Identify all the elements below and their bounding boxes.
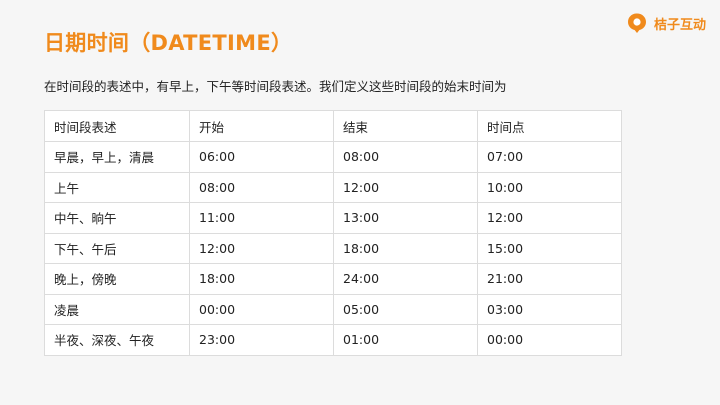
orange-logo-icon: [627, 13, 646, 33]
cell-period: 凌晨: [44, 293, 190, 325]
cell-end: 08:00: [333, 141, 478, 173]
cell-timepoint: 00:00: [477, 324, 622, 356]
column-header-period: 时间段表述: [44, 110, 190, 142]
table-header-row: 时间段表述 开始 结束 时间点: [44, 110, 622, 142]
cell-start: 06:00: [189, 141, 334, 173]
table-row: 凌晨 00:00 05:00 03:00: [44, 293, 622, 325]
cell-period: 半夜、深夜、午夜: [44, 324, 190, 356]
table-row: 半夜、深夜、午夜 23:00 01:00 00:00: [44, 324, 622, 356]
column-header-end: 结束: [333, 110, 478, 142]
cell-timepoint: 03:00: [477, 293, 622, 325]
cell-start: 12:00: [189, 232, 334, 264]
cell-timepoint: 15:00: [477, 232, 622, 264]
cell-timepoint: 10:00: [477, 171, 622, 203]
cell-end: 18:00: [333, 232, 478, 264]
cell-period: 下午、午后: [44, 232, 190, 264]
column-header-timepoint: 时间点: [477, 110, 622, 142]
table-row: 早晨，早上，清晨 06:00 08:00 07:00: [44, 141, 622, 173]
cell-end: 13:00: [333, 202, 478, 234]
cell-end: 24:00: [333, 263, 478, 295]
table-row: 晚上，傍晚 18:00 24:00 21:00: [44, 263, 622, 295]
cell-end: 12:00: [333, 171, 478, 203]
column-header-start: 开始: [189, 110, 334, 142]
brand-logo: 桔子互动: [626, 12, 706, 34]
cell-start: 00:00: [189, 293, 334, 325]
table-row: 中午、晌午 11:00 13:00 12:00: [44, 202, 622, 234]
brand-name: 桔子互动: [653, 17, 706, 33]
table-row: 下午、午后 12:00 18:00 15:00: [44, 232, 622, 264]
cell-start: 11:00: [189, 202, 334, 234]
table-row: 上午 08:00 12:00 10:00: [44, 171, 622, 203]
cell-start: 23:00: [189, 324, 334, 356]
cell-period: 晚上，傍晚: [44, 263, 190, 295]
page-title: 日期时间（DATETIME）: [44, 31, 293, 55]
cell-start: 08:00: [189, 171, 334, 203]
cell-start: 18:00: [189, 263, 334, 295]
intro-text: 在时间段的表述中，有早上，下午等时间段表述。我们定义这些时间段的始末时间为: [44, 79, 507, 94]
cell-timepoint: 07:00: [477, 141, 622, 173]
cell-period: 早晨，早上，清晨: [44, 141, 190, 173]
cell-end: 05:00: [333, 293, 478, 325]
cell-end: 01:00: [333, 324, 478, 356]
cell-period: 上午: [44, 171, 190, 203]
cell-timepoint: 21:00: [477, 263, 622, 295]
cell-period: 中午、晌午: [44, 202, 190, 234]
cell-timepoint: 12:00: [477, 202, 622, 234]
time-period-table: 时间段表述 开始 结束 时间点 早晨，早上，清晨 06:00 08:00 07:…: [44, 110, 622, 356]
